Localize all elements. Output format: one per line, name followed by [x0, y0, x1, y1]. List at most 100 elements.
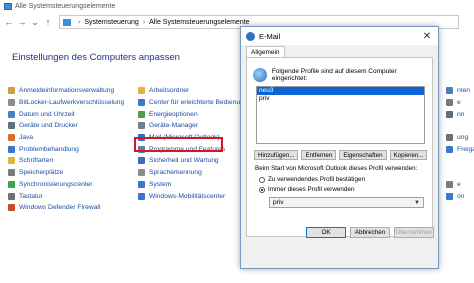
control-panel-item[interactable]: nten [446, 85, 474, 97]
control-panel-item[interactable]: Geräte-Manager [138, 120, 248, 132]
copy-button[interactable]: Kopieren... [389, 150, 428, 160]
control-panel-item[interactable]: Sicherheit und Wartung [138, 155, 248, 167]
radio-label: Immer dieses Profil verwenden [268, 186, 355, 193]
item-label: Schriftarten [19, 157, 54, 165]
control-panel-item[interactable]: on [446, 190, 474, 202]
item-icon [8, 87, 15, 95]
profile-button-row: Hinzufügen... Entfernen Eigenschaften Ko… [254, 150, 428, 160]
control-panel-item[interactable]: Schriftarten [8, 155, 124, 167]
close-icon[interactable]: ✕ [416, 27, 438, 45]
highlight-frame [134, 137, 223, 152]
item-icon [446, 87, 453, 95]
item-icon [138, 180, 145, 188]
item-icon [446, 157, 453, 165]
item-icon [8, 145, 15, 153]
profile-item[interactable]: priv [257, 95, 424, 103]
item-label: Speicherplätze [19, 169, 64, 177]
radio-prompt-profile[interactable]: Zu verwendendes Profil bestätigen [259, 176, 365, 183]
remove-button[interactable]: Entfernen [301, 150, 337, 160]
control-panel-item[interactable]: Speicherplätze [8, 167, 124, 179]
control-panel-item[interactable]: Synchronisierungscenter [8, 179, 124, 191]
item-label: System [149, 180, 172, 188]
control-panel-item[interactable]: ung [446, 132, 474, 144]
item-label: Spracherkennung [149, 169, 202, 177]
properties-button[interactable]: Eigenschaften [339, 150, 387, 160]
item-icon [8, 122, 15, 130]
up-icon[interactable]: ↑ [42, 16, 54, 28]
item-label: Geräte und Drucker [19, 122, 78, 130]
control-panel-item[interactable]: Windows Defender Firewall [8, 202, 124, 214]
control-panel-item [446, 167, 474, 179]
item-icon [138, 192, 145, 200]
breadcrumb-separator: › [142, 18, 146, 26]
item-label: Tastatur [19, 192, 43, 200]
control-panel-item[interactable]: Datum und Uhrzeit [8, 108, 124, 120]
control-panel-item[interactable]: Geräte und Drucker [8, 120, 124, 132]
item-icon [8, 192, 15, 200]
item-icon [8, 134, 15, 142]
ok-button[interactable]: OK [306, 227, 346, 238]
control-panel-item[interactable]: Energieoptionen [138, 108, 248, 120]
forward-icon[interactable]: → [16, 16, 28, 28]
control-panel-item[interactable]: Windows-Mobilitätscenter [138, 190, 248, 202]
page-title: Einstellungen des Computers anpassen [12, 52, 180, 63]
control-panel-item [446, 155, 474, 167]
control-panel-item[interactable]: e [446, 97, 474, 109]
item-label: Windows Defender Firewall [19, 204, 101, 212]
profile-select[interactable]: priv ▼ [269, 197, 424, 208]
item-label: BitLocker-Laufwerkverschlüsselung [19, 99, 125, 107]
item-label: e [457, 180, 461, 188]
radio-button[interactable] [259, 186, 265, 193]
item-label: nten [457, 87, 471, 95]
item-icon [138, 157, 145, 165]
items-column-1: Anmeldeinformationsverwaltung BitLocker-L… [8, 85, 124, 214]
profiles-header-text: Folgende Profile sind auf diesem Compute… [271, 68, 397, 82]
item-icon [8, 99, 15, 107]
breadcrumb-control-panel[interactable]: Systemsteuerung [84, 19, 138, 26]
start-profile-label: Beim Start von Microsoft Outlook dieses … [255, 165, 418, 172]
control-panel-item[interactable]: Arbeitsordner [138, 85, 248, 97]
control-panel-icon [4, 3, 12, 10]
item-icon [8, 204, 15, 212]
profile-select-value: priv [273, 199, 284, 206]
radio-button[interactable] [259, 176, 265, 183]
globe-icon [253, 68, 267, 82]
control-panel-item[interactable]: Center für erleichterte Bedienung [138, 97, 248, 109]
control-panel-item[interactable]: Java [8, 132, 124, 144]
control-panel-item[interactable]: Problembehandlung [8, 143, 124, 155]
email-dialog: E-Mail ✕ Allgemein Folgende Profile sind… [240, 26, 439, 269]
control-panel-item[interactable]: BitLocker-Laufwerkverschlüsselung [8, 97, 124, 109]
radio-always-use-profile[interactable]: Immer dieses Profil verwenden [259, 186, 354, 193]
item-label: Energieoptionen [149, 110, 198, 118]
back-icon[interactable]: ← [3, 16, 15, 28]
add-button[interactable]: Hinzufügen... [254, 150, 299, 160]
control-panel-item[interactable]: nn [446, 108, 474, 120]
item-icon [446, 99, 453, 107]
item-icon [446, 110, 453, 118]
control-panel-item[interactable]: Spracherkennung [138, 167, 248, 179]
item-label: Arbeitsordner [149, 87, 190, 95]
item-icon [138, 87, 145, 95]
apply-button[interactable]: Übernehmen [394, 227, 434, 238]
chevron-down-icon[interactable]: ⌄ [29, 16, 41, 28]
control-panel-item[interactable]: System [138, 179, 248, 191]
cancel-button[interactable]: Abbrechen [350, 227, 390, 238]
item-label: Sicherheit und Wartung [149, 157, 219, 165]
control-panel-item [446, 120, 474, 132]
breadcrumb-all-items[interactable]: Alle Systemsteuerungselemente [149, 19, 249, 26]
control-panel-item[interactable]: Freigabe [446, 143, 474, 155]
control-panel-item[interactable]: Tastatur [8, 190, 124, 202]
chevron-down-icon: ▼ [414, 199, 420, 206]
item-label: Windows-Mobilitätscenter [149, 192, 226, 200]
control-panel-item[interactable]: e [446, 179, 474, 191]
item-icon [138, 99, 145, 107]
profile-list[interactable]: neu3 priv [256, 86, 425, 144]
item-label: Java [19, 134, 34, 142]
control-panel-icon [63, 18, 71, 26]
item-icon [8, 169, 15, 177]
item-label: Anmeldeinformationsverwaltung [19, 87, 115, 95]
control-panel-item[interactable]: Anmeldeinformationsverwaltung [8, 85, 124, 97]
item-icon [138, 110, 145, 118]
profile-item[interactable]: neu3 [257, 87, 424, 95]
item-label: nn [457, 110, 465, 118]
